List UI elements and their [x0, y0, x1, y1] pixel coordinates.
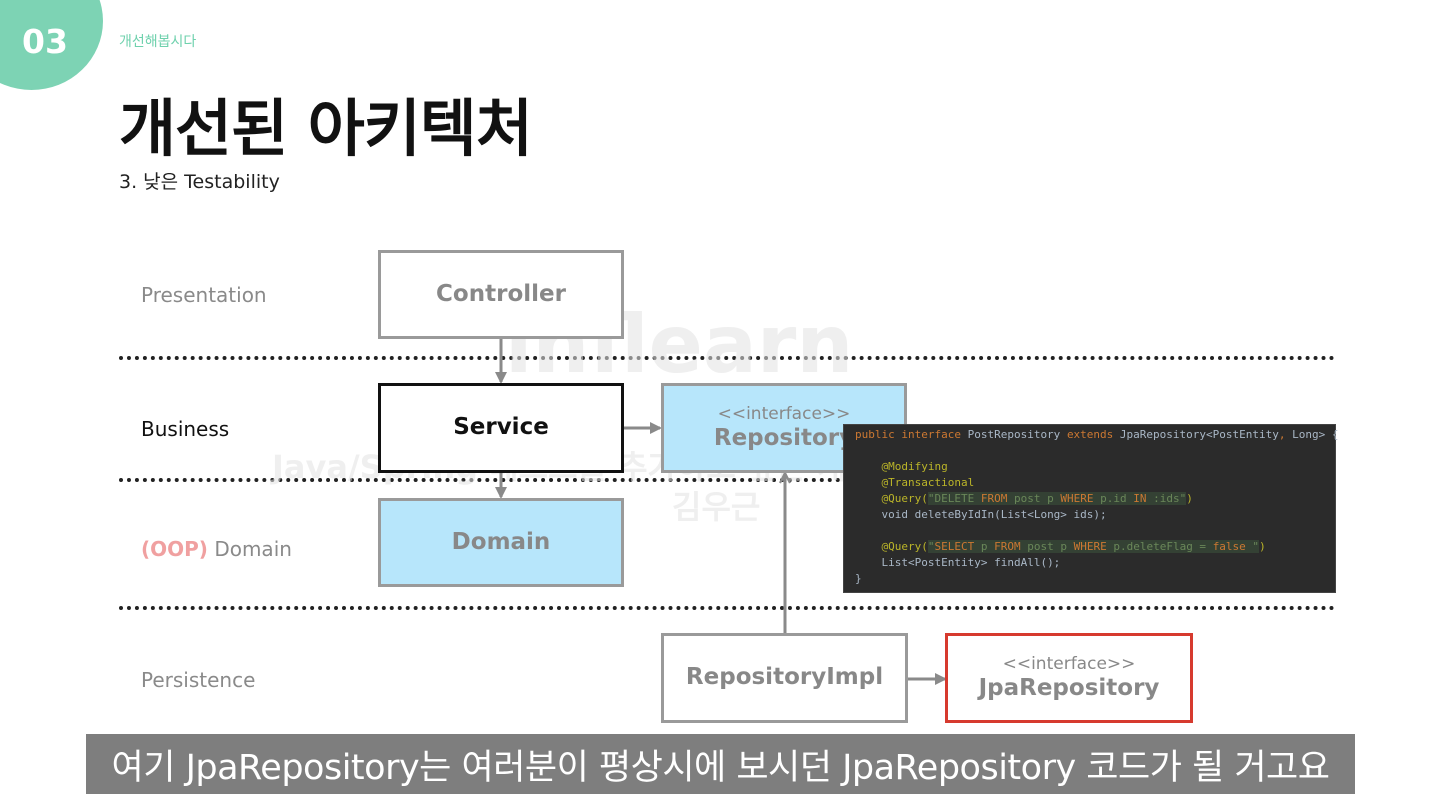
repository-impl-box: RepositoryImpl [661, 633, 908, 723]
jpa-repository-label: JpaRepository [978, 675, 1160, 702]
code-line: @Query("SELECT p FROM post p WHERE p.del… [881, 540, 1266, 553]
code-line: @Query("DELETE FROM post p WHERE p.id IN… [881, 492, 1193, 505]
code-line: public interface PostRepository extends … [855, 428, 1339, 441]
service-box: Service [378, 383, 624, 473]
code-line: @Modifying [881, 460, 948, 473]
caption-bar: 여기 JpaRepository는 여러분이 평상시에 보시던 JpaRepos… [86, 734, 1355, 794]
caption-text: 여기 JpaRepository는 여러분이 평상시에 보시던 JpaRepos… [111, 747, 1330, 788]
controller-label: Controller [436, 280, 566, 307]
jpa-repository-box: <<interface>> JpaRepository [945, 633, 1193, 723]
code-line: @Transactional [881, 476, 975, 489]
domain-box-label: Domain [451, 528, 551, 555]
controller-box: Controller [378, 250, 624, 339]
repository-stereotype: <<interface>> [717, 404, 851, 425]
repository-label: Repository [713, 425, 855, 452]
code-snippet-panel: public interface PostRepository extends … [843, 424, 1339, 593]
code-line: void deleteByIdIn(List<Long> ids); [881, 508, 1107, 521]
code-line: List<PostEntity> findAll(); [881, 556, 1061, 569]
jpa-stereotype: <<interface>> [1002, 654, 1136, 675]
code-line: } [855, 572, 862, 585]
service-label: Service [453, 414, 549, 441]
domain-box: Domain [378, 498, 624, 587]
repository-impl-label: RepositoryImpl [685, 664, 884, 691]
